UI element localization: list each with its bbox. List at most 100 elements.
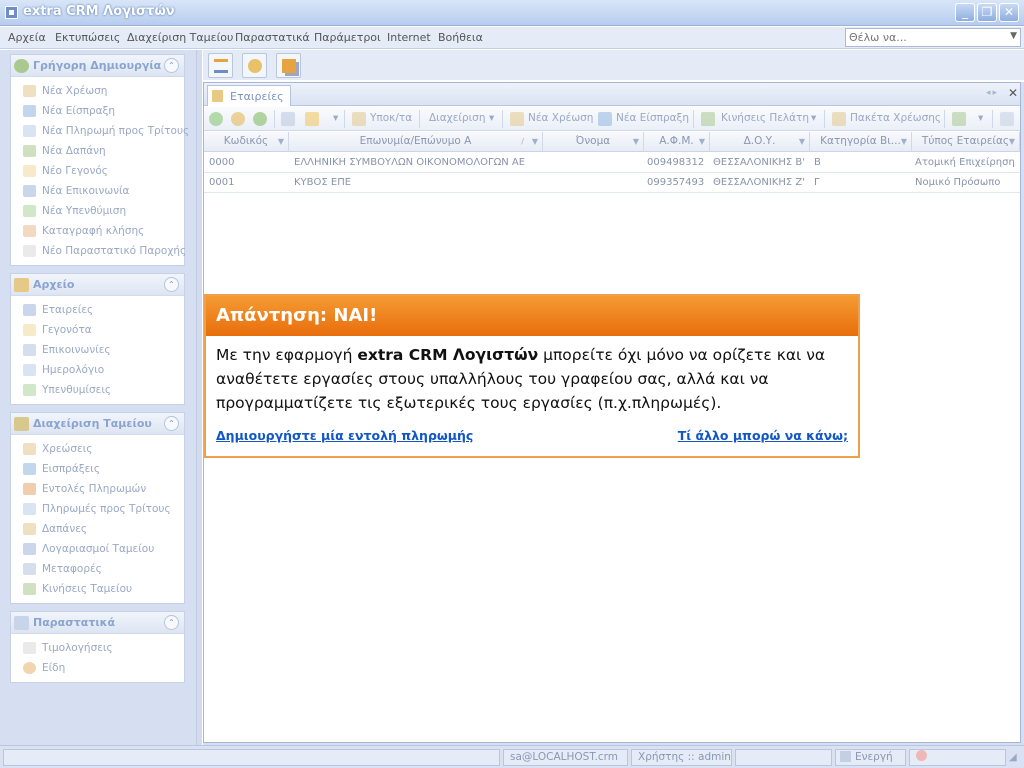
- nav-item-new-third-party-payment[interactable]: Νέα Πληρωμή προς Τρίτους: [11, 121, 189, 141]
- grid-header: Κωδικός ▼ Επωνυμία/Επώνυμο Α / ▼ Όνομα ▼ Α.Φ…: [204, 132, 1020, 152]
- column-header-vat[interactable]: Α.Φ.Μ. ▼: [644, 132, 710, 152]
- charge-packages-button[interactable]: Πακέτα Χρέωσης: [850, 112, 941, 124]
- nav-item-events[interactable]: Γεγονότα: [11, 320, 184, 340]
- close-button[interactable]: ✕: [999, 3, 1019, 22]
- panel-header[interactable]: Παραστατικά ⌃: [11, 612, 184, 634]
- nav-item-log-call[interactable]: Καταγραφή κλήσης: [11, 221, 184, 241]
- column-header-name[interactable]: Επωνυμία/Επώνυμο Α / ▼: [289, 132, 543, 152]
- person-icon: [23, 483, 36, 495]
- search-input[interactable]: [846, 29, 996, 46]
- nav-item-cash-accounts[interactable]: Λογαριασμοί Ταμείου: [11, 539, 184, 559]
- menu-internet[interactable]: Internet: [387, 31, 431, 44]
- chevron-down-icon[interactable]: ▾: [489, 112, 494, 124]
- close-tab-icon[interactable]: ✕: [1008, 86, 1018, 100]
- column-header-company-type[interactable]: Τύπος Εταιρείας ▼: [912, 132, 1020, 152]
- nav-item-new-expense[interactable]: Νέα Δαπάνη: [11, 141, 184, 161]
- menu-prints[interactable]: Εκτυπώσεις: [55, 31, 120, 44]
- menu-help[interactable]: Βοήθεια: [438, 31, 483, 44]
- remove-icon[interactable]: [253, 112, 267, 126]
- collapse-icon[interactable]: ⌃: [164, 277, 179, 292]
- search-combo[interactable]: ▼: [845, 28, 1021, 47]
- nav-item-receipts[interactable]: Εισπράξεις: [11, 459, 184, 479]
- prospect-icon: [352, 112, 366, 126]
- nav-item-communications[interactable]: Επικοινωνίες: [11, 340, 184, 360]
- tab-scroll-arrows[interactable]: ◂▸: [986, 88, 999, 98]
- minimize-button[interactable]: _: [955, 3, 975, 22]
- column-header-tax-office[interactable]: Δ.Ο.Υ. ▼: [710, 132, 810, 152]
- nav-item-items[interactable]: Είδη: [11, 658, 184, 678]
- nav-item-new-reminder[interactable]: Νέα Υπενθύμιση: [11, 201, 184, 221]
- chevron-down-icon[interactable]: ▾: [811, 112, 816, 124]
- grid-icon[interactable]: [952, 112, 966, 126]
- building-icon: [212, 90, 223, 102]
- nav-item-third-party-payments[interactable]: Πληρωμές προς Τρίτους: [11, 499, 184, 519]
- nav-item-reminders[interactable]: Υπενθυμίσεις: [11, 380, 184, 400]
- chevron-down-icon[interactable]: ▼: [532, 132, 538, 151]
- windows-button[interactable]: [276, 53, 301, 78]
- plus-icon: [14, 59, 29, 73]
- menu-documents[interactable]: Παραστατικά: [235, 31, 310, 44]
- chevron-down-icon[interactable]: ▼: [901, 132, 907, 151]
- prospects-button[interactable]: Υποκ/τα: [370, 112, 412, 124]
- column-header-category[interactable]: Κατηγορία Βι... ▼: [810, 132, 912, 152]
- event-icon: [23, 324, 36, 336]
- chevron-down-icon[interactable]: ▼: [1009, 132, 1015, 151]
- menu-cash[interactable]: Διαχείριση Ταμείου: [127, 31, 233, 44]
- refresh-icon[interactable]: [231, 112, 245, 126]
- create-payment-order-link[interactable]: Δημιουργήστε μία εντολή πληρωμής: [216, 428, 473, 443]
- maximize-button[interactable]: ❐: [977, 3, 997, 22]
- tab-companies[interactable]: Εταιρείες: [207, 85, 291, 106]
- nav-item-new-contact[interactable]: Νέα Επικοινωνία: [11, 181, 184, 201]
- nav-item-cash-movements[interactable]: Κινήσεις Ταμείου: [11, 579, 184, 599]
- pane-splitter[interactable]: [196, 50, 202, 745]
- table-row[interactable]: 0000 ΕΛΛΗΝΙΚΗ ΣΥΜΒΟΥΛΩΝ ΟΙΚΟΝΟΜΟΛΟΓΩΝ ΑΕ…: [204, 154, 1020, 173]
- new-charge-button[interactable]: Νέα Χρέωση: [528, 112, 593, 124]
- modules-button[interactable]: [242, 53, 267, 78]
- chevron-down-icon[interactable]: ▼: [799, 132, 805, 151]
- what-else-link[interactable]: Τί άλλο μπορώ να κάνω;: [678, 428, 848, 443]
- toggle-pane-button[interactable]: [208, 53, 233, 78]
- table-row[interactable]: 0001 ΚΥΒΟΣ ΕΠΕ 099357493 ΘΕΣΣΑΛΟΝΙΚΗΣ Ζ'…: [204, 174, 1020, 193]
- nav-item-invoicing[interactable]: Τιμολογήσεις: [11, 638, 184, 658]
- nav-item-expenses[interactable]: Δαπάνες: [11, 519, 184, 539]
- nav-item-new-receipt[interactable]: Νέα Είσπραξη: [11, 101, 184, 121]
- panel-header[interactable]: Αρχείο ⌃: [11, 274, 184, 296]
- chevron-down-icon[interactable]: ▾: [333, 112, 338, 124]
- chevron-down-icon[interactable]: ▾: [978, 112, 983, 124]
- expense-icon: [23, 145, 36, 157]
- menu-parameters[interactable]: Παράμετροι: [314, 31, 381, 44]
- chevron-down-icon[interactable]: ▼: [278, 132, 284, 151]
- panel-header[interactable]: Διαχείριση Ταμείου ⌃: [11, 413, 184, 435]
- print-icon[interactable]: [281, 112, 295, 126]
- nav-item-new-charge[interactable]: Νέα Χρέωση: [11, 81, 184, 101]
- nav-item-new-service-doc[interactable]: Νέο Παραστατικό Παροχής: [11, 241, 186, 261]
- chevron-down-icon[interactable]: ▼: [633, 132, 639, 151]
- nav-item-transfers[interactable]: Μεταφορές: [11, 559, 184, 579]
- status-notifications[interactable]: [909, 749, 1006, 766]
- nav-item-new-event[interactable]: Νέο Γεγονός: [11, 161, 184, 181]
- new-receipt-button[interactable]: Νέα Είσπραξη: [616, 112, 689, 124]
- nav-item-charges[interactable]: Χρεώσεις: [11, 439, 184, 459]
- collapse-icon[interactable]: ⌃: [164, 615, 179, 630]
- chevron-down-icon[interactable]: ▼: [1010, 31, 1017, 41]
- column-header-first-name[interactable]: Όνομα ▼: [543, 132, 644, 152]
- column-header-code[interactable]: Κωδικός ▼: [204, 132, 289, 152]
- nav-item-payment-orders[interactable]: Εντολές Πληρωμών: [11, 479, 184, 499]
- chevron-down-icon[interactable]: ▼: [699, 132, 705, 151]
- nav-item-companies[interactable]: Εταιρείες: [11, 300, 184, 320]
- manage-dropdown[interactable]: Διαχείριση: [429, 112, 485, 124]
- export-icon[interactable]: [305, 112, 319, 126]
- grid-toolbar: ▾ Υποκ/τα Διαχείριση ▾ Νέα Χρέωση Νέα Εί…: [204, 107, 1020, 131]
- invoice-icon: [23, 85, 36, 97]
- nav-item-calendar[interactable]: Ημερολόγιο: [11, 360, 184, 380]
- resize-grip-icon[interactable]: ◢: [1009, 752, 1017, 763]
- add-icon[interactable]: [209, 112, 223, 126]
- client-movements-button[interactable]: Κινήσεις Πελάτη: [721, 112, 809, 124]
- panel-header[interactable]: Γρήγορη Δημιουργία ⌃: [11, 55, 184, 77]
- collapse-icon[interactable]: ⌃: [164, 58, 179, 73]
- app-icon[interactable]: [5, 6, 18, 19]
- collapse-icon[interactable]: ⌃: [164, 416, 179, 431]
- invoice-icon: [510, 112, 524, 126]
- options-icon[interactable]: [1000, 112, 1014, 126]
- menu-file[interactable]: Αρχεία: [8, 31, 46, 44]
